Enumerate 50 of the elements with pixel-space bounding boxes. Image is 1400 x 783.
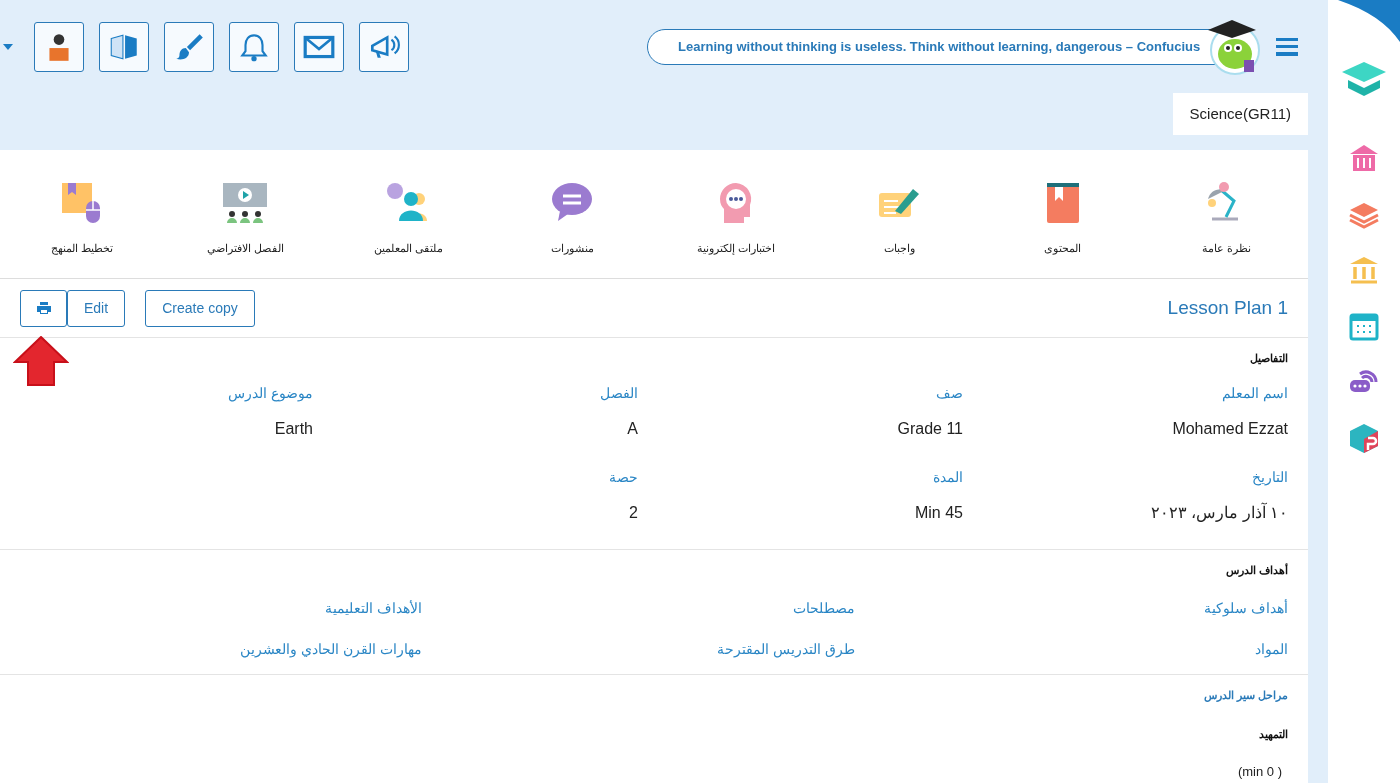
nav-item[interactable]: منشورات xyxy=(490,171,654,257)
field-label: حصة xyxy=(609,467,638,487)
objective-link[interactable]: المواد xyxy=(855,639,1288,660)
nav-item[interactable]: المحتوى xyxy=(981,171,1145,257)
section-heading: مراحل سير الدرس xyxy=(1202,688,1288,704)
field-label: اسم المعلم xyxy=(1222,383,1288,404)
menu-button[interactable] xyxy=(1276,37,1298,56)
objective-link[interactable]: طرق التدريس المقترحة xyxy=(422,639,855,660)
field-value: Earth xyxy=(274,418,313,439)
teacher-laptop-button[interactable] xyxy=(34,21,84,72)
stage-duration: (min 0 ) xyxy=(1237,763,1282,781)
field-label: التاريخ xyxy=(1252,467,1288,488)
print-button[interactable] xyxy=(20,289,67,327)
field-value: Mohamed Ezzat xyxy=(1172,418,1288,439)
objective-link[interactable]: أهداف سلوكية xyxy=(855,598,1288,619)
edit-button[interactable]: Edit xyxy=(67,289,125,327)
printer-icon xyxy=(36,302,51,314)
nav-item[interactable]: نظرة عامة xyxy=(1144,171,1308,257)
nav-item[interactable]: الفصل الافتراضي xyxy=(163,171,327,257)
stage-title: التمهيد xyxy=(1259,726,1288,742)
field-label: الفصل xyxy=(600,383,638,403)
field-label: المدة xyxy=(933,467,963,487)
section-heading: أهداف الدرس xyxy=(1224,562,1288,578)
corner-ribbon-icon xyxy=(1338,0,1400,42)
megaphone-button[interactable] xyxy=(359,21,409,72)
field-value: Grade 11 xyxy=(897,418,963,439)
create-copy-button[interactable]: Create copy xyxy=(145,289,255,327)
paintbrush-button[interactable] xyxy=(164,21,214,72)
nav-item[interactable]: تخطيط المنهج xyxy=(0,171,164,257)
subject-label: Science(GR11) xyxy=(1172,93,1308,135)
lesson-title: Lesson Plan 1 xyxy=(1167,295,1288,320)
envelope-button[interactable] xyxy=(294,21,344,72)
field-label: موضوع الدرس xyxy=(228,383,313,404)
field-label: صف xyxy=(936,383,963,403)
field-value: ١٠ آذار مارس، ٢٠٢٣ xyxy=(1150,501,1288,524)
field-value: 2 xyxy=(629,502,638,523)
objective-link[interactable]: مهارات القرن الحادي والعشرين xyxy=(22,639,422,660)
field-value: A xyxy=(627,418,638,439)
cube-letter-icon[interactable] xyxy=(1348,422,1380,454)
nav-item[interactable]: واجبات xyxy=(817,171,981,257)
nav-item[interactable]: ملتقى المعلمين xyxy=(327,171,491,257)
objective-link[interactable]: الأهداف التعليمية xyxy=(22,598,422,619)
caret-icon[interactable] xyxy=(3,43,13,50)
school-building-icon[interactable] xyxy=(1348,142,1380,174)
section-heading: التفاصيل xyxy=(1249,351,1288,367)
bell-button[interactable] xyxy=(229,21,279,72)
field-value: Min 45 xyxy=(914,502,963,523)
arrow-up-icon xyxy=(13,335,69,386)
nav-item[interactable]: اختبارات إلكترونية xyxy=(654,171,818,257)
objective-link[interactable]: مصطلحات xyxy=(422,598,855,619)
